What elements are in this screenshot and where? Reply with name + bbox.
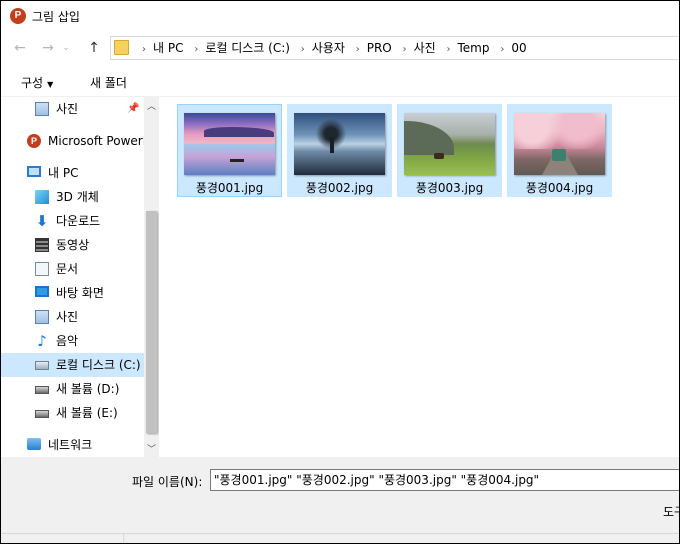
nav-item-volume-e[interactable]: 새 볼륨 (E:) xyxy=(1,401,144,425)
chevron-down-icon: ▼ xyxy=(47,80,54,89)
organize-button[interactable]: 구성 ▼ xyxy=(21,74,53,91)
file-item[interactable]: 풍경003.jpg xyxy=(397,104,502,197)
breadcrumb-separator: › xyxy=(300,44,305,55)
insert-picture-dialog: P 그림 삽입 ← → ⌄ ↑ › 내 PC › 로컬 디스크 (C:) › 사용자 … xyxy=(0,0,680,544)
forward-button[interactable]: → xyxy=(39,38,57,58)
nav-item-music[interactable]: ♪ 음악 xyxy=(1,329,144,353)
nav-item-label: 다운로드 xyxy=(56,214,101,228)
file-name: 풍경002.jpg xyxy=(305,181,374,195)
file-item[interactable]: 풍경004.jpg xyxy=(507,104,612,197)
status-bar xyxy=(1,533,679,543)
pin-icon[interactable]: 📌 xyxy=(127,97,139,121)
recent-locations-button[interactable]: ⌄ xyxy=(61,38,71,58)
nav-item-volume-d[interactable]: 새 볼륨 (D:) xyxy=(1,377,144,401)
back-button[interactable]: ← xyxy=(11,38,29,58)
nav-item-label: 동영상 xyxy=(56,238,90,252)
nav-item-videos[interactable]: 동영상 xyxy=(1,233,144,257)
nav-item-label: 3D 개체 xyxy=(56,190,99,204)
drive-icon xyxy=(35,386,49,394)
organize-label: 구성 xyxy=(21,76,44,90)
pictures-icon xyxy=(35,310,49,324)
3d-objects-icon xyxy=(35,190,49,204)
breadcrumb-separator: › xyxy=(194,44,199,55)
video-icon xyxy=(35,238,49,252)
nav-item-label: 새 볼륨 (E:) xyxy=(56,406,118,420)
file-name: 풍경001.jpg xyxy=(195,181,264,195)
scrollbar-thumb[interactable] xyxy=(146,211,157,433)
up-button[interactable]: ↑ xyxy=(85,38,103,58)
pc-icon xyxy=(27,166,41,177)
breadcrumb-separator: › xyxy=(446,44,451,55)
nav-item-downloads[interactable]: ⬇ 다운로드 xyxy=(1,209,144,233)
address-bar[interactable]: › 내 PC › 로컬 디스크 (C:) › 사용자 › PRO › 사진 › Temp ›… xyxy=(110,36,679,60)
filename-label: 파일 이름(N): xyxy=(132,475,203,489)
network-icon xyxy=(27,438,41,450)
nav-item-desktop[interactable]: 바탕 화면 xyxy=(1,281,144,305)
breadcrumb: › 내 PC › 로컬 디스크 (C:) › 사용자 › PRO › 사진 › Temp ›… xyxy=(135,40,527,58)
nav-item-documents[interactable]: 문서 xyxy=(1,257,144,281)
nav-pane-scrollbar[interactable]: ︿ ﹀ xyxy=(144,97,159,457)
nav-item-this-pc[interactable]: 내 PC xyxy=(1,161,144,185)
new-folder-button[interactable]: 새 폴더 xyxy=(90,74,127,91)
breadcrumb-item[interactable]: 내 PC xyxy=(153,41,183,55)
file-thumbnail xyxy=(404,113,495,175)
powerpoint-icon: P xyxy=(27,134,41,148)
file-item[interactable]: 풍경001.jpg xyxy=(177,104,282,197)
scroll-up-icon[interactable]: ︿ xyxy=(144,99,159,112)
nav-item-pictures[interactable]: 사진 xyxy=(1,305,144,329)
navigation-pane: 사진 📌 P Microsoft PowerP 내 PC 3D 개체 ⬇ 다운로… xyxy=(1,97,144,457)
file-thumbnail xyxy=(184,113,275,175)
bottom-panel: 파일 이름(N): "풍경001.jpg" "풍경002.jpg" "풍경003… xyxy=(1,457,679,543)
breadcrumb-separator: › xyxy=(142,44,146,55)
nav-item-pictures-quick[interactable]: 사진 📌 xyxy=(1,97,144,121)
breadcrumb-item[interactable]: PRO xyxy=(367,41,392,55)
scroll-down-icon[interactable]: ﹀ xyxy=(144,442,159,455)
nav-item-label: 새 볼륨 (D:) xyxy=(56,382,120,396)
music-icon: ♪ xyxy=(37,332,47,350)
nav-item-label: 로컬 디스크 (C:) xyxy=(56,358,141,372)
nav-item-powerpoint[interactable]: P Microsoft PowerP xyxy=(1,129,144,153)
file-thumbnail xyxy=(294,113,385,175)
breadcrumb-item[interactable]: 00 xyxy=(511,41,526,55)
nav-item-local-disk-c[interactable]: 로컬 디스크 (C:) xyxy=(1,353,144,377)
nav-item-3d-objects[interactable]: 3D 개체 xyxy=(1,185,144,209)
pictures-icon xyxy=(35,102,49,116)
tools-button[interactable]: 도구 xyxy=(663,503,679,520)
breadcrumb-item[interactable]: 사용자 xyxy=(312,41,345,55)
file-name: 풍경004.jpg xyxy=(525,181,594,195)
title-bar[interactable]: P 그림 삽입 xyxy=(1,1,679,32)
file-item[interactable]: 풍경002.jpg xyxy=(287,104,392,197)
command-bar: 구성 ▼ 새 폴더 xyxy=(1,65,679,97)
address-row: ← → ⌄ ↑ › 내 PC › 로컬 디스크 (C:) › 사용자 › PRO › 사진… xyxy=(1,32,679,65)
nav-item-label: 내 PC xyxy=(48,166,79,180)
window-title: 그림 삽입 xyxy=(32,10,80,24)
drive-icon xyxy=(35,410,49,418)
filename-input[interactable]: "풍경001.jpg" "풍경002.jpg" "풍경003.jpg" "풍경0… xyxy=(210,469,679,491)
nav-item-network[interactable]: 네트워크 xyxy=(1,433,144,457)
desktop-icon xyxy=(35,286,49,297)
document-icon xyxy=(35,262,49,276)
file-name: 풍경003.jpg xyxy=(415,181,484,195)
nav-item-label: 문서 xyxy=(56,262,79,276)
nav-item-label: 네트워크 xyxy=(48,438,93,452)
local-disk-icon xyxy=(35,361,49,370)
nav-item-label: 사진 xyxy=(56,310,79,324)
breadcrumb-item[interactable]: 사진 xyxy=(414,41,436,55)
folder-icon xyxy=(114,40,129,55)
nav-item-label: 음악 xyxy=(56,334,79,348)
nav-item-label: Microsoft PowerP xyxy=(48,134,144,148)
breadcrumb-separator: › xyxy=(355,44,360,55)
breadcrumb-item[interactable]: Temp xyxy=(458,41,490,55)
breadcrumb-separator: › xyxy=(500,44,505,55)
breadcrumb-separator: › xyxy=(402,44,407,55)
nav-item-label: 사진 xyxy=(56,102,79,116)
status-divider xyxy=(123,534,124,543)
file-thumbnail xyxy=(514,113,605,175)
breadcrumb-item[interactable]: 로컬 디스크 (C:) xyxy=(205,41,290,55)
powerpoint-icon: P xyxy=(10,8,26,24)
download-icon: ⬇ xyxy=(35,212,49,230)
nav-item-label: 바탕 화면 xyxy=(56,286,104,300)
file-list[interactable]: 풍경001.jpg 풍경002.jpg 풍경003.jpg 풍경004.jpg xyxy=(159,97,679,457)
